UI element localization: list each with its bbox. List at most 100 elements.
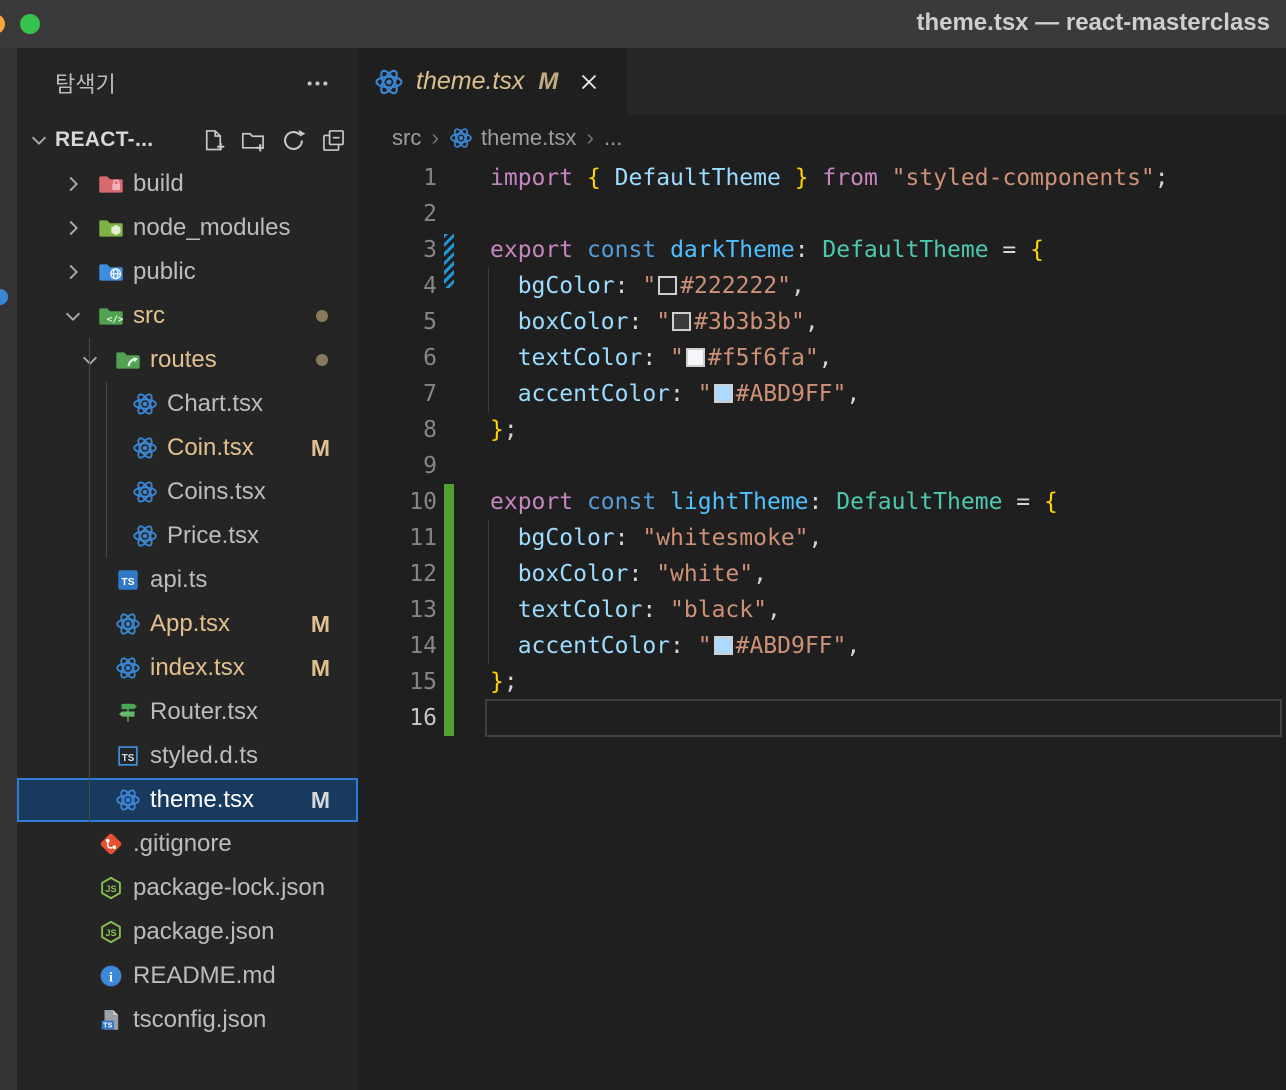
file-label: README.md: [133, 962, 276, 989]
color-swatch[interactable]: [685, 348, 705, 367]
tab-theme-tsx[interactable]: theme.tsx M: [358, 48, 626, 115]
code-line-14[interactable]: 14 accentColor: " #ABD9FF",: [358, 628, 1286, 664]
code-line-1[interactable]: 1 import { DefaultTheme } from "styled-co…: [358, 160, 1286, 196]
color-swatch[interactable]: [713, 636, 733, 655]
file-label: Coin.tsx: [167, 434, 254, 461]
code-line-12[interactable]: 12 boxColor: "white",: [358, 556, 1286, 592]
new-folder-button[interactable]: [238, 125, 268, 155]
breadcrumb-item[interactable]: src: [392, 125, 421, 151]
breadcrumb-separator: ›: [431, 124, 439, 150]
tree-item-theme-tsx[interactable]: theme.tsx M: [17, 778, 358, 822]
code-line-10[interactable]: 10 export const lightTheme: DefaultTheme …: [358, 484, 1286, 520]
color-swatch[interactable]: [672, 312, 692, 331]
activity-bar: [0, 48, 17, 1090]
contains-changes-dot: [316, 354, 328, 366]
code-text: boxColor: " #3b3b3b",: [517, 309, 819, 335]
tree-item-chart-tsx[interactable]: Chart.tsx: [17, 382, 358, 426]
line-number: 1: [423, 165, 437, 191]
more-actions-icon[interactable]: [302, 68, 332, 98]
indent-guide: [488, 520, 489, 664]
modified-badge: M: [310, 610, 330, 637]
line-number: 12: [409, 561, 437, 587]
tree-item-router-tsx[interactable]: Router.tsx: [17, 690, 358, 734]
code-line-3[interactable]: 3 export const darkTheme: DefaultTheme = …: [358, 232, 1286, 288]
tree-item-tsconfig-json[interactable]: TS tsconfig.json: [17, 998, 358, 1042]
code-line-8[interactable]: 8};: [358, 412, 1286, 448]
explorer-sidebar: 탐색기 REACT-... build node_modules public </>…: [17, 48, 358, 1090]
code-text: textColor: " #f5f6fa",: [517, 345, 833, 371]
code-text: textColor: "black",: [517, 597, 781, 623]
code-text: export const lightTheme: DefaultTheme = …: [490, 489, 1058, 515]
line-number: 11: [409, 525, 437, 551]
breadcrumb-item[interactable]: ...: [604, 125, 622, 151]
refresh-explorer-button[interactable]: [278, 125, 308, 155]
new-file-button[interactable]: [198, 125, 228, 155]
project-name: REACT-...: [55, 128, 154, 151]
folder-public-icon: [98, 259, 124, 285]
code-line-16[interactable]: 16: [358, 699, 1286, 737]
color-swatch[interactable]: [658, 276, 678, 295]
code-text: accentColor: " #ABD9FF",: [517, 633, 861, 659]
close-icon[interactable]: [576, 69, 602, 95]
title-bar: theme.tsx — react-masterclass: [0, 0, 1286, 48]
gutter-added-indicator: [444, 664, 454, 700]
svg-text:i: i: [109, 970, 113, 986]
tree-item-node-modules[interactable]: node_modules: [17, 206, 358, 250]
tree-item-app-tsx[interactable]: App.tsx M: [17, 602, 358, 646]
code-line-4[interactable]: 4 bgColor: " #222222",: [358, 268, 1286, 304]
modified-badge: M: [310, 786, 330, 813]
code-line-2[interactable]: 2: [358, 196, 1286, 232]
tree-item--gitignore[interactable]: .gitignore: [17, 822, 358, 866]
react-icon: [132, 435, 158, 461]
chevron-down-icon: [79, 348, 115, 372]
svg-text:TS: TS: [122, 753, 135, 764]
code-text: };: [490, 669, 518, 695]
tree-item-price-tsx[interactable]: Price.tsx: [17, 514, 358, 558]
code-line-9[interactable]: 9: [358, 448, 1286, 484]
node-icon: JS: [98, 875, 124, 901]
traffic-light-zoom[interactable]: [20, 14, 40, 34]
code-line-7[interactable]: 7 accentColor: " #ABD9FF",: [358, 376, 1286, 412]
tree-item-build[interactable]: build: [17, 162, 358, 206]
traffic-light-minimize[interactable]: [0, 14, 5, 34]
tree-item-coins-tsx[interactable]: Coins.tsx: [17, 470, 358, 514]
project-section-header[interactable]: REACT-...: [17, 118, 358, 162]
tree-item-routes[interactable]: routes: [17, 338, 358, 382]
tree-item-api-ts[interactable]: TS api.ts: [17, 558, 358, 602]
code-line-13[interactable]: 13 textColor: "black",: [358, 592, 1286, 628]
line-number: 8: [423, 417, 437, 443]
react-icon: [132, 391, 158, 417]
file-label: build: [133, 170, 184, 197]
file-label: Coins.tsx: [167, 478, 266, 505]
tree-item-coin-tsx[interactable]: Coin.tsx M: [17, 426, 358, 470]
code-line-5[interactable]: 5 boxColor: " #3b3b3b",: [358, 304, 1286, 340]
tree-item-package-json[interactable]: JS package.json: [17, 910, 358, 954]
collapse-folders-button[interactable]: [318, 125, 348, 155]
readme-icon: i: [98, 963, 124, 989]
code-editor[interactable]: 1 import { DefaultTheme } from "styled-co…: [358, 160, 1286, 737]
contains-changes-dot: [316, 310, 328, 322]
tree-item-index-tsx[interactable]: index.tsx M: [17, 646, 358, 690]
react-icon: [115, 655, 141, 681]
tab-modified-badge: M: [538, 67, 559, 95]
gutter-added-indicator: [444, 556, 454, 592]
line-number: 7: [423, 381, 437, 407]
tree-item-styled-d-ts[interactable]: TS styled.d.ts: [17, 734, 358, 778]
code-line-15[interactable]: 15};: [358, 664, 1286, 700]
breadcrumb-item[interactable]: theme.tsx: [481, 125, 576, 151]
code-line-11[interactable]: 11 bgColor: "whitesmoke",: [358, 520, 1286, 556]
file-label: theme.tsx: [150, 786, 255, 813]
tree-item-public[interactable]: public: [17, 250, 358, 294]
tree-item-package-lock-json[interactable]: JS package-lock.json: [17, 866, 358, 910]
color-swatch[interactable]: [713, 384, 733, 403]
tree-item-src[interactable]: </> src: [17, 294, 358, 338]
react-icon: [115, 611, 141, 637]
line-number: 10: [409, 489, 437, 515]
react-icon: [132, 479, 158, 505]
tree-item-readme-md[interactable]: i README.md: [17, 954, 358, 998]
code-line-6[interactable]: 6 textColor: " #f5f6fa",: [358, 340, 1286, 376]
file-label: api.ts: [150, 566, 208, 593]
